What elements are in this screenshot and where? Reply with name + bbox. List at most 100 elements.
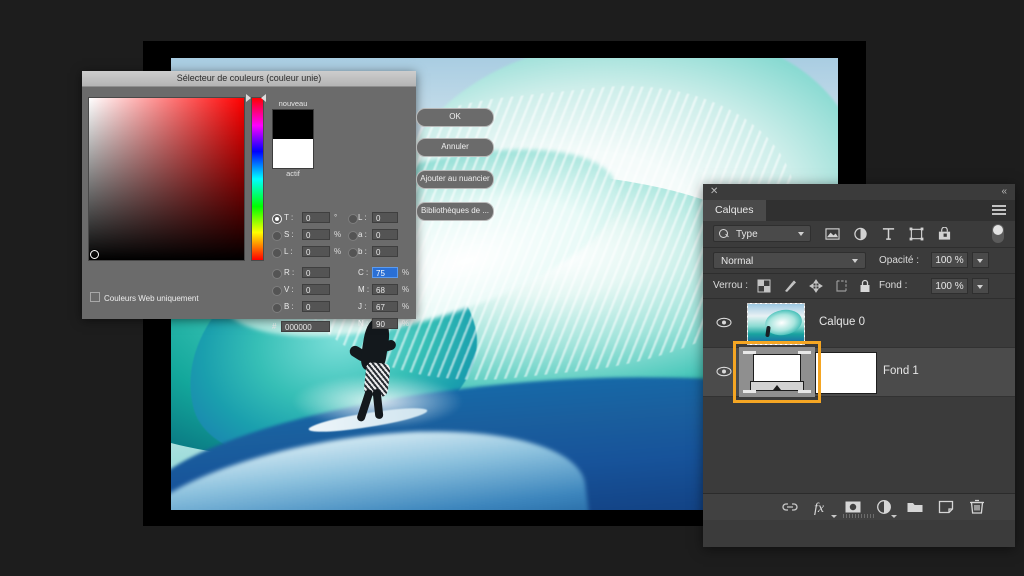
filter-toggle-switch[interactable] <box>992 224 1004 243</box>
field-yellow[interactable]: J : 67 % <box>348 300 412 317</box>
lab-l-input[interactable]: 0 <box>372 212 398 223</box>
lock-all-icon[interactable] <box>858 279 872 293</box>
current-color-label: actif <box>272 169 314 179</box>
green-label: V : <box>284 283 294 297</box>
field-black[interactable]: N : 90 % <box>348 317 412 334</box>
brightness-input[interactable]: 0 <box>302 246 330 257</box>
panel-topbar: ✕ « <box>703 184 1015 200</box>
green-radio[interactable] <box>272 286 282 296</box>
layers-list[interactable]: Calque 0 ••• Fond 1 <box>703 299 1015 493</box>
blend-chevron-down-icon[interactable] <box>852 259 858 263</box>
add-mask-icon[interactable] <box>844 499 862 515</box>
lab-b-input[interactable]: 0 <box>372 246 398 257</box>
field-cyan[interactable]: C : 75 % <box>348 266 412 283</box>
lock-position-icon[interactable] <box>809 279 823 293</box>
libraries-button[interactable]: Bibliothèques de ... <box>416 202 494 221</box>
smart-object-filter-icon[interactable] <box>937 227 952 241</box>
saturation-value-field[interactable] <box>88 97 245 261</box>
saturation-label: S : <box>284 228 294 242</box>
lab-l-radio[interactable] <box>348 214 358 224</box>
saturation-input[interactable]: 0 <box>302 229 330 240</box>
web-colors-only-checkbox[interactable]: Couleurs Web uniquement <box>90 292 199 303</box>
opacity-chevron-down-icon[interactable] <box>977 259 983 263</box>
lab-b-radio[interactable] <box>348 248 358 258</box>
layer-mask-thumbnail[interactable] <box>815 352 877 394</box>
layer-name[interactable]: Calque 0 <box>819 316 865 328</box>
delete-layer-icon[interactable] <box>968 499 986 515</box>
visibility-eye-icon[interactable] <box>716 366 732 377</box>
cyan-input[interactable]: 75 <box>372 267 398 278</box>
red-input[interactable]: 0 <box>302 267 330 278</box>
blue-radio[interactable] <box>272 303 282 313</box>
pixel-filter-icon[interactable] <box>825 227 840 241</box>
new-adjustment-layer-icon[interactable] <box>875 499 893 515</box>
chevron-down-icon[interactable] <box>798 232 804 236</box>
field-lab-a[interactable]: a : 0 <box>348 228 412 245</box>
hue-gradient-bar[interactable] <box>251 97 264 261</box>
fill-chevron-down-icon[interactable] <box>977 285 983 289</box>
blend-mode-select[interactable]: Normal <box>713 252 866 269</box>
lock-transparency-icon[interactable] <box>757 279 771 293</box>
color-picker-dialog[interactable]: Sélecteur de couleurs (couleur unie) nou… <box>82 71 416 318</box>
layers-panel[interactable]: ✕ « Calques Type <box>703 184 1015 547</box>
field-lab-b[interactable]: b : 0 <box>348 245 412 262</box>
layer-thumbnail[interactable] <box>747 303 805 345</box>
fill-value[interactable]: 100 % <box>931 278 968 294</box>
shape-filter-icon[interactable] <box>909 227 924 241</box>
link-layers-icon[interactable] <box>781 499 799 515</box>
yellow-input[interactable]: 67 <box>372 301 398 312</box>
brightness-unit: % <box>334 245 341 259</box>
type-filter-icon[interactable] <box>881 227 896 241</box>
black-input[interactable]: 90 <box>372 318 398 329</box>
opacity-value[interactable]: 100 % <box>931 252 968 268</box>
brightness-radio[interactable] <box>272 248 282 258</box>
lab-b-label: b : <box>358 245 367 259</box>
hex-input[interactable]: 000000 <box>281 321 330 332</box>
saturation-radio[interactable] <box>272 231 282 241</box>
lab-a-radio[interactable] <box>348 231 358 241</box>
new-color-swatch[interactable] <box>272 109 314 139</box>
lock-image-icon[interactable] <box>783 279 797 293</box>
green-input[interactable]: 0 <box>302 284 330 295</box>
marquee-corner <box>798 390 811 393</box>
web-colors-only-label: Couleurs Web uniquement <box>104 294 199 303</box>
hue-marker-right-icon <box>261 94 266 102</box>
blend-mode-row: Normal Opacité : 100 % <box>703 248 1015 274</box>
current-color-swatch[interactable] <box>272 139 314 169</box>
magenta-input[interactable]: 68 <box>372 284 398 295</box>
saturation-unit: % <box>334 228 341 242</box>
layer-style-fx-icon[interactable]: fx <box>813 499 833 515</box>
hue-unit: ° <box>334 211 337 225</box>
blue-label: B : <box>284 300 294 314</box>
blue-input[interactable]: 0 <box>302 301 330 312</box>
hue-slider[interactable] <box>248 97 264 259</box>
panel-resize-grip[interactable] <box>843 514 875 518</box>
layer-name[interactable]: Fond 1 <box>883 365 919 377</box>
red-radio[interactable] <box>272 269 282 279</box>
collapse-icon[interactable]: « <box>1001 186 1007 198</box>
field-magenta[interactable]: M : 68 % <box>348 283 412 300</box>
close-icon[interactable]: ✕ <box>710 186 718 198</box>
adjustment-dropdown-arrow-icon[interactable] <box>891 515 897 518</box>
hue-radio[interactable] <box>272 214 282 224</box>
lab-a-input[interactable]: 0 <box>372 229 398 240</box>
adjustment-filter-icon[interactable] <box>853 227 868 241</box>
fx-dropdown-arrow-icon[interactable] <box>831 515 837 518</box>
add-to-swatches-button[interactable]: Ajouter au nuancier <box>416 170 494 189</box>
black-unit: % <box>402 317 409 331</box>
checkbox-box[interactable] <box>90 292 100 302</box>
tab-calques[interactable]: Calques <box>703 200 766 221</box>
sv-marker[interactable] <box>90 250 99 259</box>
field-lab-l[interactable]: L : 0 <box>348 211 412 228</box>
new-group-icon[interactable] <box>906 499 924 515</box>
ok-button[interactable]: OK <box>416 108 494 127</box>
hue-input[interactable]: 0 <box>302 212 330 223</box>
table-row[interactable]: ••• Fond 1 <box>703 348 1015 397</box>
selected-thumbnail-highlight[interactable] <box>733 341 821 403</box>
visibility-eye-icon[interactable] <box>716 317 732 328</box>
new-layer-icon[interactable] <box>937 499 955 515</box>
panel-menu-icon[interactable] <box>992 205 1006 216</box>
lock-artboard-icon[interactable] <box>835 279 849 293</box>
cancel-button[interactable]: Annuler <box>416 138 494 157</box>
brightness-label: L : <box>284 245 293 259</box>
